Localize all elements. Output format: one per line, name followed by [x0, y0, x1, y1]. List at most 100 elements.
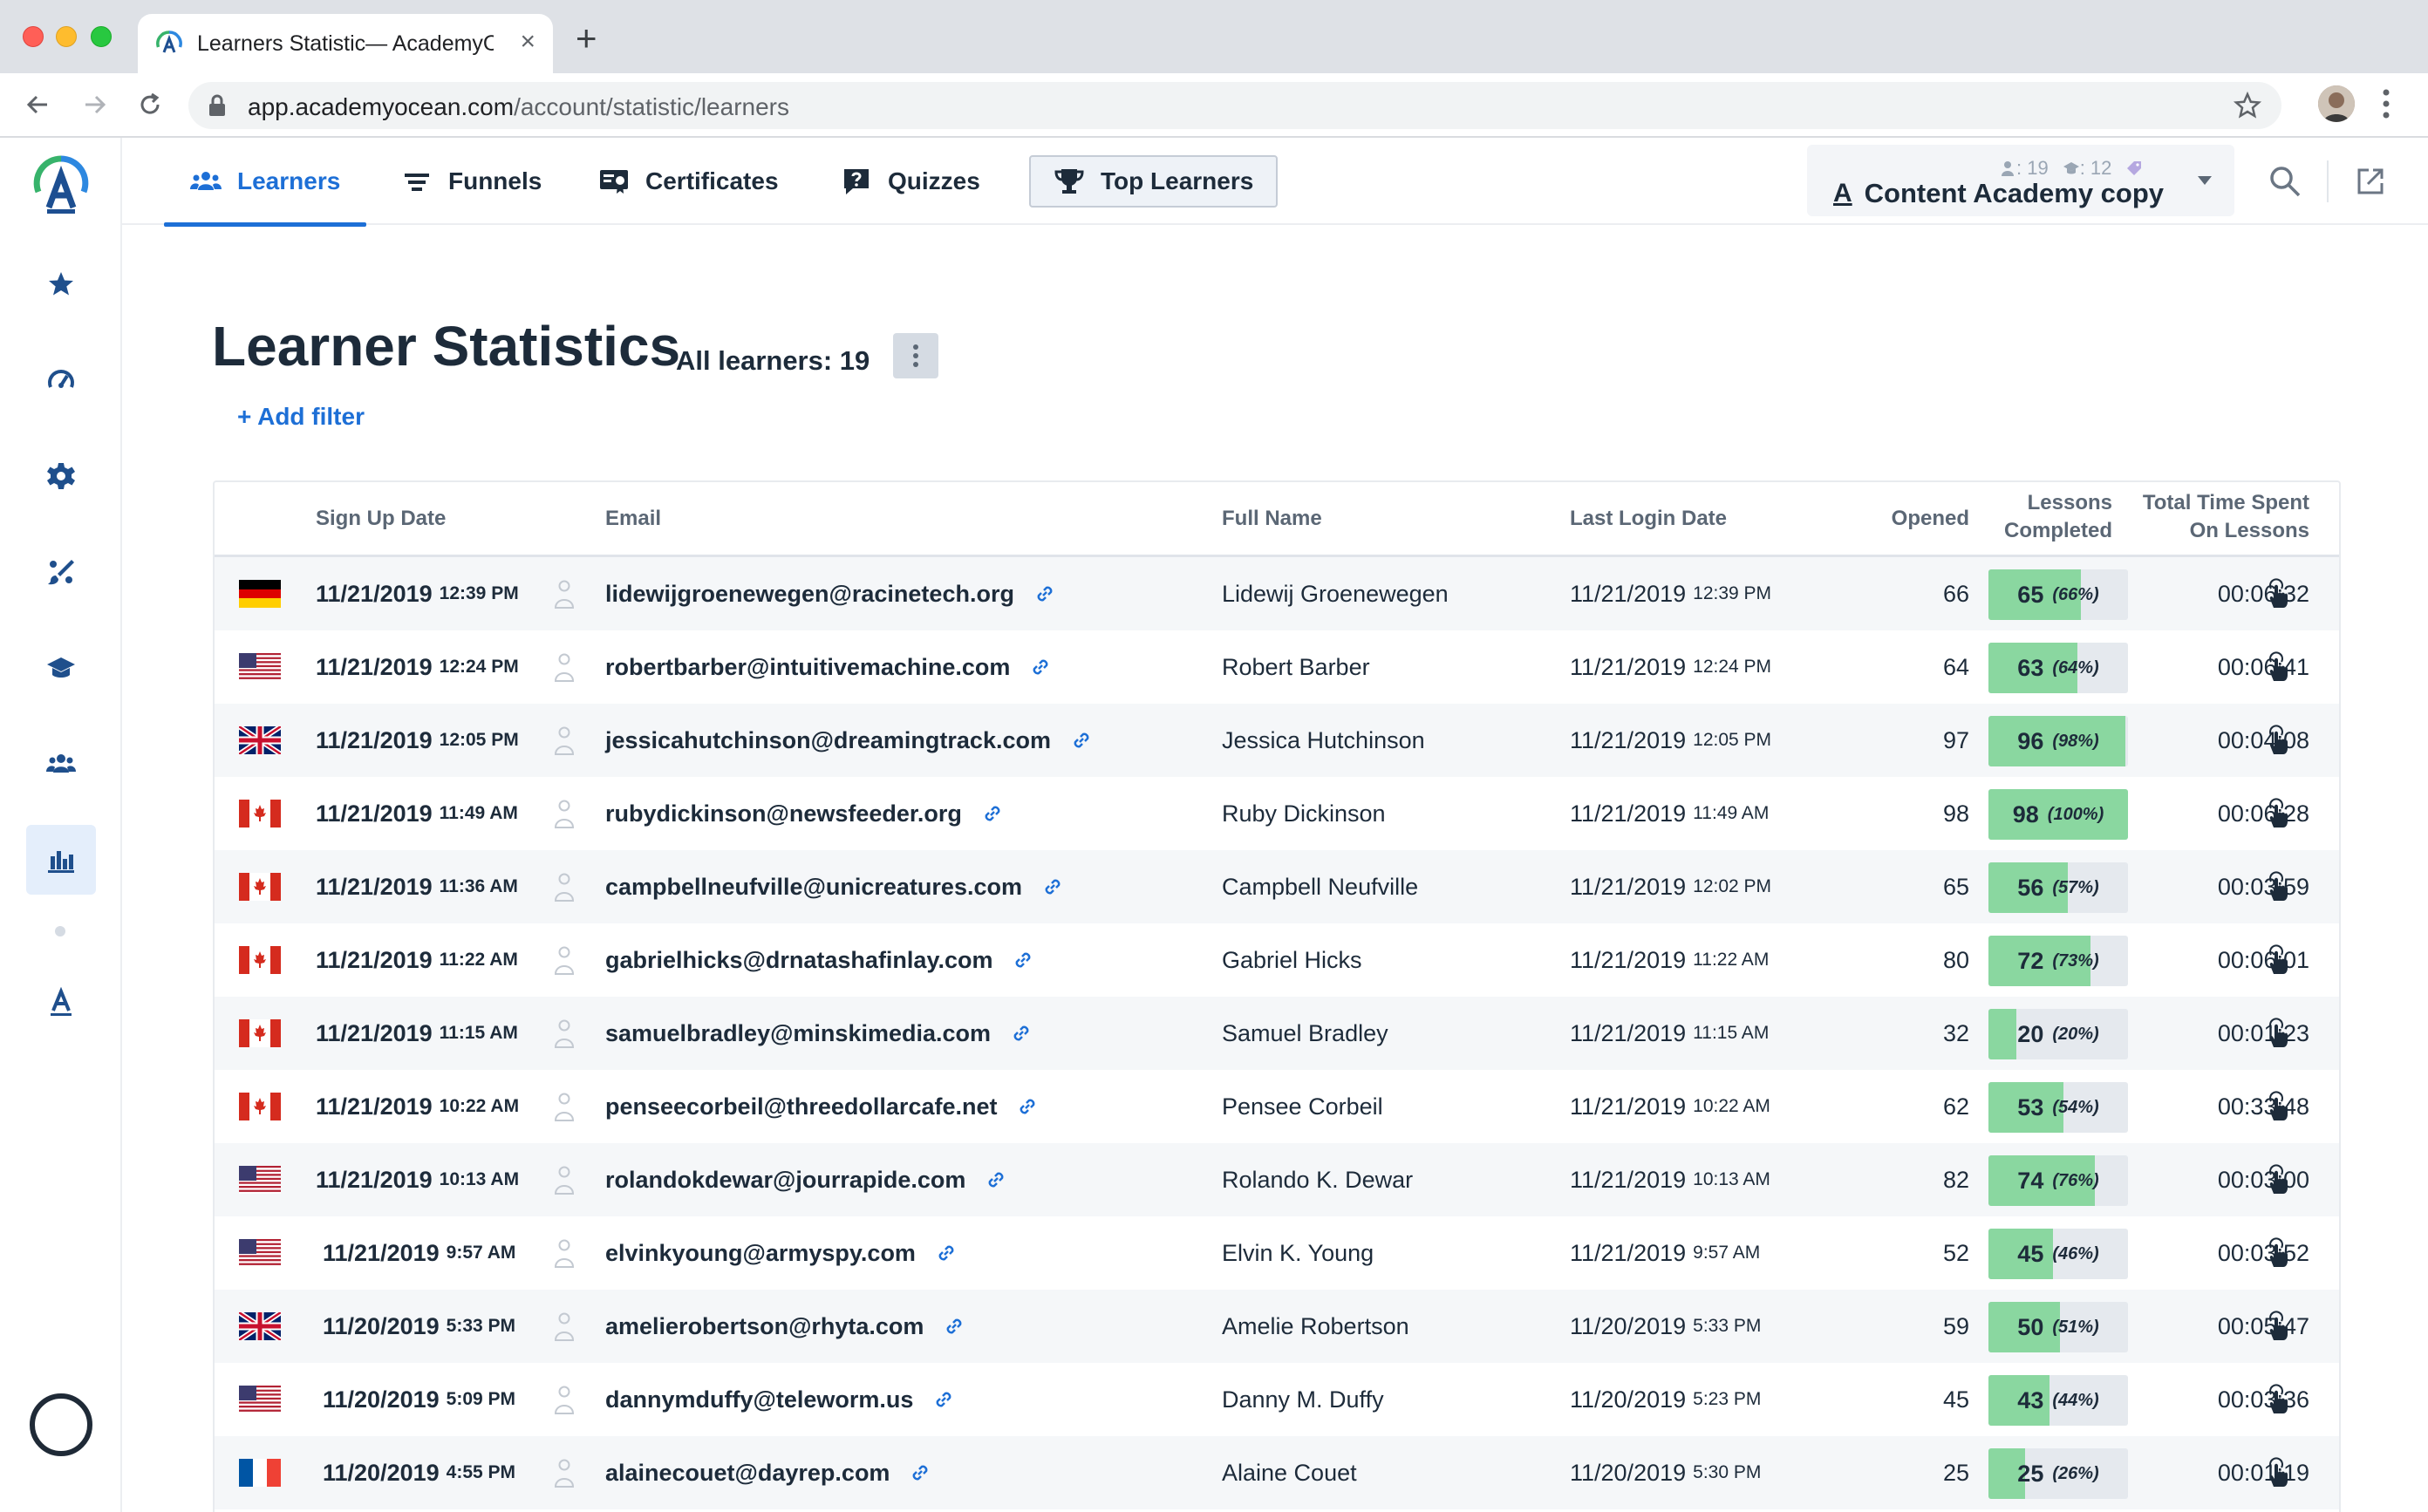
col-email[interactable]: Email — [605, 505, 661, 533]
tab-learners[interactable]: Learners — [163, 138, 367, 227]
col-total-time[interactable]: Total Time Spent On Lessons — [2091, 489, 2309, 545]
tab-close-icon[interactable]: × — [520, 28, 535, 56]
link-icon[interactable] — [1029, 656, 1052, 678]
impersonate-button[interactable] — [2264, 1290, 2290, 1363]
col-lessons-completed[interactable]: Lessons Completed — [1959, 489, 2112, 545]
email-link[interactable]: rubydickinson@newsfeeder.org — [605, 777, 1004, 850]
tab-top-learners[interactable]: Top Learners — [1029, 155, 1279, 208]
browser-tab-strip: Learners Statistic— AcademyOcean × + — [0, 0, 2428, 73]
sidebar-item-academy[interactable] — [26, 968, 96, 1038]
col-full-name[interactable]: Full Name — [1222, 505, 1322, 533]
email-link[interactable]: jessicahutchinson@dreamingtrack.com — [605, 704, 1093, 777]
table-row[interactable]: 11/21/2019 12:39 PM lidewijgroenewegen@ra… — [215, 557, 2339, 630]
col-opened[interactable]: Opened — [1811, 505, 1969, 533]
table-row[interactable]: 11/20/2019 4:55 PM alainecouet@dayrep.com… — [215, 1436, 2339, 1509]
link-icon[interactable] — [1016, 1095, 1039, 1118]
bookmark-star-icon[interactable] — [2233, 91, 2262, 120]
link-icon[interactable] — [1033, 582, 1056, 605]
email-link[interactable]: alainecouet@dayrep.com — [605, 1436, 931, 1509]
sidebar-item-courses[interactable] — [26, 633, 96, 703]
last-login-date: 11/21/2019 10:13 AM — [1570, 1143, 1770, 1216]
impersonate-button[interactable] — [2264, 557, 2290, 630]
sidebar-item-design[interactable] — [26, 537, 96, 607]
pointer-hand-icon — [2269, 651, 2288, 681]
lessons-completed-count: 74 — [2017, 1167, 2044, 1194]
reload-icon[interactable] — [133, 87, 167, 122]
signup-date-day: 11/21/2019 — [316, 946, 433, 973]
address-bar[interactable]: app.academyocean.com/account/statistic/l… — [188, 82, 2281, 129]
impersonate-button[interactable] — [2264, 1216, 2290, 1290]
email-link[interactable]: samuelbradley@minskimedia.com — [605, 997, 1033, 1070]
back-arrow-icon[interactable] — [21, 87, 56, 122]
email-link[interactable]: campbellneufville@unicreatures.com — [605, 850, 1064, 923]
close-window-button[interactable] — [23, 26, 44, 47]
col-signup-date[interactable]: Sign Up Date — [316, 505, 446, 533]
link-icon[interactable] — [943, 1315, 965, 1338]
link-icon[interactable] — [1070, 729, 1093, 752]
table-row[interactable]: 11/21/2019 12:24 PM robertbarber@intuitiv… — [215, 630, 2339, 704]
minimize-window-button[interactable] — [56, 26, 77, 47]
maximize-window-button[interactable] — [91, 26, 112, 47]
impersonate-button[interactable] — [2264, 1143, 2290, 1216]
academy-selector[interactable]: : 19 : 12 A Content Academy copy — [1807, 145, 2234, 216]
sidebar-item-learners[interactable] — [26, 729, 96, 799]
email-link[interactable]: dannymduffy@teleworm.us — [605, 1363, 955, 1436]
account-circle[interactable] — [30, 1393, 92, 1456]
sidebar-item-settings[interactable] — [26, 441, 96, 511]
impersonate-button[interactable] — [2264, 1363, 2290, 1436]
impersonate-button[interactable] — [2264, 923, 2290, 997]
sidebar-item-favorites[interactable] — [26, 249, 96, 319]
quiz-icon — [844, 169, 869, 194]
external-link-icon[interactable] — [2355, 166, 2386, 197]
browser-menu-icon[interactable] — [2379, 84, 2393, 124]
table-row[interactable]: 11/21/2019 12:05 PM jessicahutchinson@dre… — [215, 704, 2339, 777]
more-options-button[interactable] — [893, 333, 938, 378]
impersonate-button[interactable] — [2264, 630, 2290, 704]
impersonate-button[interactable] — [2264, 997, 2290, 1070]
col-last-login[interactable]: Last Login Date — [1570, 505, 1727, 533]
sidebar-item-statistics[interactable] — [26, 825, 96, 895]
link-icon[interactable] — [985, 1168, 1007, 1191]
sidebar-item-dashboard[interactable] — [26, 345, 96, 415]
link-icon[interactable] — [981, 802, 1004, 825]
table-row[interactable]: 11/20/2019 5:33 PM amelierobertson@rhyta.… — [215, 1290, 2339, 1363]
search-icon[interactable] — [2268, 164, 2302, 199]
impersonate-button[interactable] — [2264, 704, 2290, 777]
table-row[interactable]: 11/21/2019 11:36 AM campbellneufville@uni… — [215, 850, 2339, 923]
email-link[interactable]: lidewijgroenewegen@racinetech.org — [605, 557, 1056, 630]
link-icon[interactable] — [932, 1388, 955, 1411]
email-link[interactable]: gabrielhicks@drnatashafinlay.com — [605, 923, 1034, 997]
email-link[interactable]: rolandokdewar@jourrapide.com — [605, 1143, 1007, 1216]
link-icon[interactable] — [909, 1461, 931, 1484]
impersonate-button[interactable] — [2264, 1436, 2290, 1509]
link-icon[interactable] — [935, 1242, 958, 1264]
academyocean-logo[interactable] — [31, 153, 91, 216]
table-row[interactable]: 11/21/2019 9:57 AM elvinkyoung@armyspy.co… — [215, 1216, 2339, 1290]
link-icon[interactable] — [1041, 875, 1064, 898]
table-row[interactable]: 11/21/2019 10:22 AM penseecorbeil@threedo… — [215, 1070, 2339, 1143]
link-icon[interactable] — [1012, 949, 1034, 971]
impersonate-button[interactable] — [2264, 850, 2290, 923]
tab-funnels[interactable]: Funnels — [401, 138, 542, 225]
tab-certificates[interactable]: Certificates — [598, 138, 779, 225]
add-filter-button[interactable]: + Add filter — [237, 403, 365, 431]
forward-arrow-icon[interactable] — [77, 87, 112, 122]
table-row[interactable]: 11/21/2019 10:13 AM rolandokdewar@jourrap… — [215, 1143, 2339, 1216]
email-link[interactable]: elvinkyoung@armyspy.com — [605, 1216, 958, 1290]
academy-name-label: Content Academy copy — [1864, 178, 2165, 208]
lessons-completed-bar: 56 (57%) — [1988, 862, 2128, 913]
email-link[interactable]: penseecorbeil@threedollarcafe.net — [605, 1070, 1039, 1143]
email-link[interactable]: amelierobertson@rhyta.com — [605, 1290, 965, 1363]
table-row[interactable]: 11/20/2019 5:09 PM dannymduffy@teleworm.u… — [215, 1363, 2339, 1436]
browser-tab[interactable]: Learners Statistic— AcademyOcean × — [138, 14, 553, 73]
profile-avatar[interactable] — [2318, 85, 2355, 122]
table-row[interactable]: 11/21/2019 11:22 AM gabrielhicks@drnatash… — [215, 923, 2339, 997]
tab-quizzes[interactable]: Quizzes — [841, 138, 980, 225]
table-row[interactable]: 11/21/2019 11:49 AM rubydickinson@newsfee… — [215, 777, 2339, 850]
impersonate-button[interactable] — [2264, 1070, 2290, 1143]
email-link[interactable]: robertbarber@intuitivemachine.com — [605, 630, 1052, 704]
new-tab-button[interactable]: + — [576, 20, 597, 57]
table-row[interactable]: 11/21/2019 11:15 AM samuelbradley@minskim… — [215, 997, 2339, 1070]
link-icon[interactable] — [1010, 1022, 1033, 1045]
impersonate-button[interactable] — [2264, 777, 2290, 850]
